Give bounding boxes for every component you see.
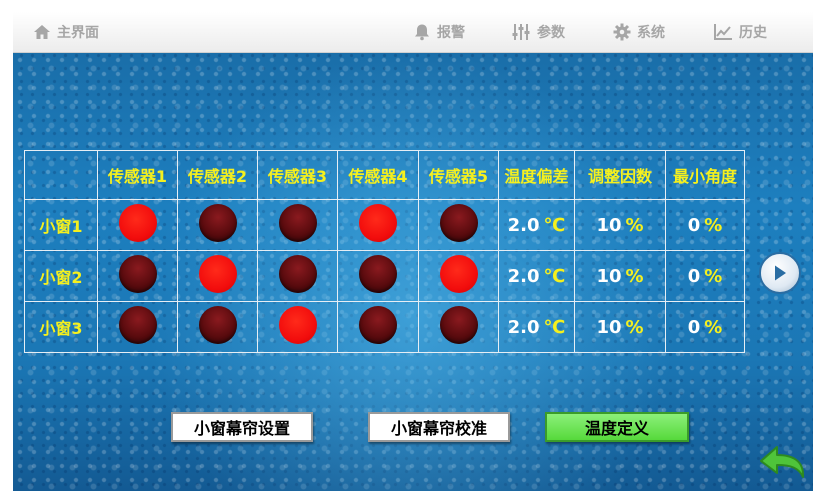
hmi-frame: 主界面 报警 参数 系统 历史 传感器1 传感器2 传感器3 传感器4 传感器5… bbox=[13, 12, 813, 491]
temp-deviation-cell[interactable]: 2.0 ℃ bbox=[498, 199, 575, 251]
adjust-factor-value: 10 bbox=[596, 214, 622, 236]
sensor-cell bbox=[97, 250, 178, 302]
next-page-button[interactable] bbox=[759, 252, 801, 294]
temp-deviation-value: 2.0 bbox=[507, 214, 540, 236]
adjust-factor-unit: % bbox=[625, 316, 644, 338]
temp-deviation-value: 2.0 bbox=[507, 316, 540, 338]
min-angle-unit: % bbox=[704, 214, 723, 236]
sensor-cell bbox=[418, 301, 499, 353]
sensor-table: 传感器1 传感器2 传感器3 传感器4 传感器5 温度偏差 调整因数 最小角度 … bbox=[24, 150, 745, 353]
min-angle-unit: % bbox=[704, 316, 723, 338]
sensor-cell bbox=[97, 301, 178, 353]
header-cell: 调整因数 bbox=[574, 150, 666, 200]
temp-define-button[interactable]: 温度定义 bbox=[545, 412, 689, 442]
adjust-factor-value: 10 bbox=[596, 265, 622, 287]
header-cell: 传感器1 bbox=[97, 150, 178, 200]
table-header-row: 传感器1 传感器2 传感器3 传感器4 传感器5 温度偏差 调整因数 最小角度 bbox=[24, 150, 745, 200]
sensor-indicator-on bbox=[359, 204, 397, 242]
nav-home-label: 主界面 bbox=[57, 25, 99, 41]
min-angle-value: 0 bbox=[687, 214, 701, 236]
home-icon bbox=[34, 25, 50, 39]
adjust-factor-cell[interactable]: 10% bbox=[574, 199, 666, 251]
row-label: 小窗3 bbox=[24, 301, 98, 353]
nav-system-label: 系统 bbox=[637, 25, 665, 41]
min-angle-unit: % bbox=[704, 265, 723, 287]
temp-deviation-value: 2.0 bbox=[507, 265, 540, 287]
gear-icon bbox=[613, 23, 631, 41]
nav-system[interactable]: 系统 bbox=[613, 20, 665, 44]
min-angle-value: 0 bbox=[687, 265, 701, 287]
adjust-factor-cell[interactable]: 10% bbox=[574, 301, 666, 353]
min-angle-cell[interactable]: 0% bbox=[665, 199, 745, 251]
sensor-cell bbox=[97, 199, 178, 251]
nav-home[interactable]: 主界面 bbox=[33, 20, 99, 44]
row-label: 小窗2 bbox=[24, 250, 98, 302]
top-nav-bar: 主界面 报警 参数 系统 历史 bbox=[13, 12, 813, 53]
sensor-cell bbox=[177, 301, 258, 353]
sensor-indicator-off bbox=[198, 204, 237, 242]
min-angle-cell[interactable]: 0% bbox=[665, 301, 745, 353]
header-cell: 传感器3 bbox=[257, 150, 338, 200]
table-row: 小窗2 2.0 ℃ 10% 0% bbox=[24, 250, 745, 302]
nav-params-label: 参数 bbox=[537, 25, 565, 41]
header-cell: 传感器5 bbox=[418, 150, 499, 200]
nav-history[interactable]: 历史 bbox=[713, 20, 767, 44]
sensor-indicator-off bbox=[359, 255, 397, 293]
nav-alarm[interactable]: 报警 bbox=[413, 20, 465, 44]
curtain-setup-button[interactable]: 小窗幕帘设置 bbox=[171, 412, 313, 442]
sensor-indicator-off bbox=[118, 255, 157, 293]
table-row: 小窗3 2.0 ℃ 10% 0% bbox=[24, 301, 745, 353]
nav-history-label: 历史 bbox=[739, 25, 767, 41]
sensor-cell bbox=[418, 250, 499, 302]
header-cell: 温度偏差 bbox=[498, 150, 575, 200]
sensor-indicator-on bbox=[278, 306, 317, 344]
row-label: 小窗1 bbox=[24, 199, 98, 251]
sensor-cell bbox=[257, 250, 338, 302]
sensor-cell bbox=[257, 301, 338, 353]
sensor-cell bbox=[418, 199, 499, 251]
bell-icon bbox=[415, 24, 429, 41]
header-cell: 传感器2 bbox=[177, 150, 258, 200]
table-row: 小窗1 2.0 ℃ 10% 0% bbox=[24, 199, 745, 251]
adjust-factor-value: 10 bbox=[596, 316, 622, 338]
min-angle-cell[interactable]: 0% bbox=[665, 250, 745, 302]
line-chart-icon bbox=[714, 24, 732, 40]
curtain-calibrate-button[interactable]: 小窗幕帘校准 bbox=[368, 412, 510, 442]
sliders-icon bbox=[512, 24, 530, 40]
temp-deviation-unit: ℃ bbox=[543, 316, 566, 338]
sensor-cell bbox=[257, 199, 338, 251]
temp-deviation-cell[interactable]: 2.0 ℃ bbox=[498, 301, 575, 353]
sensor-cell bbox=[177, 199, 258, 251]
temp-deviation-unit: ℃ bbox=[543, 265, 566, 287]
sensor-indicator-on bbox=[439, 255, 478, 293]
back-arrow-icon[interactable] bbox=[757, 443, 809, 483]
sensor-cell bbox=[337, 301, 419, 353]
adjust-factor-cell[interactable]: 10% bbox=[574, 250, 666, 302]
sensor-indicator-off bbox=[439, 306, 478, 344]
sensor-indicator-off bbox=[359, 306, 397, 344]
header-cell: 传感器4 bbox=[337, 150, 419, 200]
sensor-cell bbox=[337, 199, 419, 251]
temp-deviation-unit: ℃ bbox=[543, 214, 566, 236]
adjust-factor-unit: % bbox=[625, 265, 644, 287]
sensor-indicator-off bbox=[198, 306, 237, 344]
sensor-indicator-off bbox=[439, 204, 478, 242]
sensor-indicator-off bbox=[118, 306, 157, 344]
header-cell: 最小角度 bbox=[665, 150, 745, 200]
sensor-cell bbox=[177, 250, 258, 302]
header-cell bbox=[24, 150, 98, 200]
nav-params[interactable]: 参数 bbox=[511, 20, 565, 44]
sensor-indicator-on bbox=[118, 204, 157, 242]
temp-deviation-cell[interactable]: 2.0 ℃ bbox=[498, 250, 575, 302]
adjust-factor-unit: % bbox=[625, 214, 644, 236]
play-icon bbox=[775, 265, 786, 281]
min-angle-value: 0 bbox=[687, 316, 701, 338]
nav-alarm-label: 报警 bbox=[437, 25, 465, 41]
sensor-cell bbox=[337, 250, 419, 302]
main-panel: 传感器1 传感器2 传感器3 传感器4 传感器5 温度偏差 调整因数 最小角度 … bbox=[13, 53, 813, 491]
sensor-indicator-off bbox=[278, 204, 317, 242]
sensor-indicator-off bbox=[278, 255, 317, 293]
sensor-indicator-on bbox=[198, 255, 237, 293]
